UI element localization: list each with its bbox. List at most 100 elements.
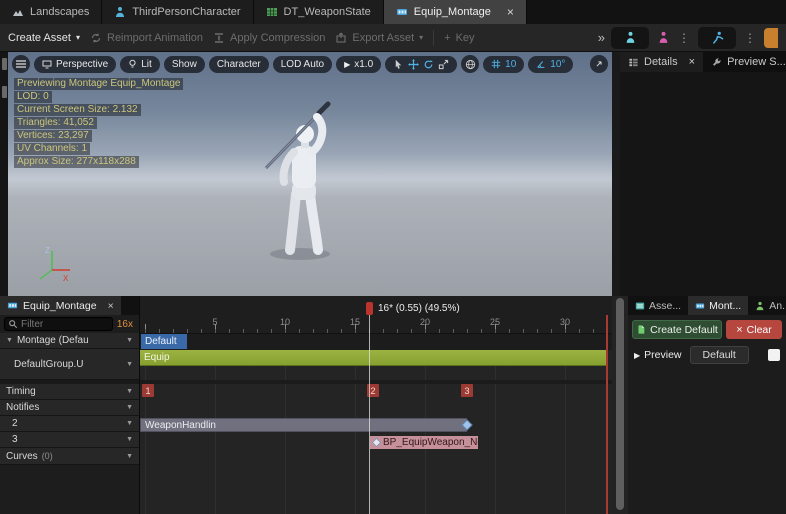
- apply-compression-button[interactable]: Apply Compression: [213, 32, 325, 44]
- lod-button[interactable]: LOD Auto: [272, 55, 333, 73]
- playhead-label: 16* (0.55) (49.5%): [378, 303, 460, 314]
- perspective-label: Perspective: [56, 58, 109, 70]
- section-marker-1[interactable]: 1: [142, 384, 154, 397]
- viewport[interactable]: Perspective Lit Show Character LOD Auto …: [8, 52, 612, 296]
- character-menu-button[interactable]: Character: [208, 55, 269, 73]
- grid-snap-button[interactable]: 10: [483, 55, 525, 73]
- chevron-down-icon[interactable]: ▼: [126, 361, 133, 368]
- track-row-label: Timing: [6, 386, 36, 397]
- tab-dt-weaponstate[interactable]: DT_WeaponState: [253, 0, 384, 24]
- create-asset-button[interactable]: Create Asset ▾: [8, 32, 80, 44]
- montage-section-bar[interactable]: Equip: [140, 350, 606, 366]
- lod-label: LOD Auto: [280, 58, 325, 70]
- skeleton-icon: [624, 31, 637, 44]
- playhead-marker[interactable]: [366, 302, 373, 315]
- chevron-down-icon: ▼: [6, 337, 13, 344]
- clipped-toolbar-button[interactable]: [764, 27, 778, 48]
- sequence-end-line[interactable]: [606, 315, 608, 514]
- add-key-button[interactable]: + Key: [444, 32, 474, 44]
- tab-label: Asse...: [649, 299, 682, 312]
- scale-tool-icon[interactable]: [438, 59, 449, 70]
- viewport-toolbar: Perspective Lit Show Character LOD Auto …: [12, 55, 608, 73]
- tab-label: Equip_Montage: [413, 6, 491, 18]
- character-label: Character: [216, 58, 261, 70]
- overflow-chevrons-icon[interactable]: »: [598, 30, 605, 45]
- track-row-notify-2[interactable]: 2 ▼: [0, 416, 139, 432]
- move-tool-icon[interactable]: [408, 58, 420, 70]
- chevron-down-icon[interactable]: ▼: [126, 337, 133, 344]
- vertical-splitter[interactable]: [612, 52, 620, 296]
- rotate-tool-icon[interactable]: [423, 59, 434, 70]
- tab-thirdpersoncharacter[interactable]: ThirdPersonCharacter: [102, 0, 254, 24]
- sections-preview-row: ▶ Preview Default: [628, 342, 786, 368]
- tab-equip-montage-document[interactable]: Equip_Montage ×: [0, 296, 121, 315]
- viewport-menu-button[interactable]: [12, 55, 30, 73]
- kebab-menu-icon[interactable]: ⋮: [678, 31, 690, 45]
- stats-previewing: Previewing Montage Equip_Montage: [14, 78, 184, 90]
- chevron-down-icon[interactable]: ▼: [126, 436, 133, 443]
- default-section-button[interactable]: Default: [689, 346, 749, 364]
- chevron-down-icon[interactable]: ▼: [126, 453, 133, 460]
- maximize-viewport-button[interactable]: [590, 55, 608, 73]
- track-row-notify-3[interactable]: 3 ▼: [0, 432, 139, 448]
- close-icon[interactable]: ×: [507, 6, 514, 18]
- stats-screen-size: Current Screen Size: 2.132: [14, 104, 141, 116]
- globe-icon[interactable]: [461, 55, 480, 73]
- track-row-montage[interactable]: ▼ Montage (Defau ▼: [0, 333, 139, 349]
- playback-speed-button[interactable]: ▶ x1.0: [336, 55, 382, 73]
- rotation-snap-button[interactable]: 10°: [528, 55, 574, 73]
- collapsed-tab-icon[interactable]: [1, 86, 7, 98]
- collapsed-tab-icon[interactable]: [1, 58, 7, 70]
- montage-timeline[interactable]: 5 10 15 20 25 30 Default Equip 1 2 3 Wea…: [140, 296, 612, 514]
- tab-asset-browser[interactable]: Asse...: [628, 296, 688, 315]
- slot-row-background: [140, 334, 612, 350]
- show-button[interactable]: Show: [163, 55, 205, 73]
- timeline-scrollbar[interactable]: [612, 296, 628, 514]
- tab-montage-sections[interactable]: Mont...: [688, 296, 749, 315]
- tab-preview-scene-settings[interactable]: Preview S...: [703, 52, 786, 72]
- preview-button[interactable]: ▶ Preview: [634, 349, 682, 361]
- running-character-icon: [711, 31, 724, 44]
- track-row-label: Notifies: [6, 402, 40, 413]
- transform-tools-group: [385, 55, 458, 73]
- kebab-menu-icon[interactable]: ⋮: [744, 31, 756, 45]
- skeleton-tree-button[interactable]: [611, 26, 649, 49]
- create-default-button[interactable]: Create Default: [632, 320, 722, 339]
- lit-button[interactable]: Lit: [120, 55, 160, 73]
- reimport-animation-button[interactable]: Reimport Animation: [90, 32, 203, 44]
- preview-tab-label: Preview S...: [727, 56, 786, 68]
- tab-equip-montage[interactable]: Equip_Montage ×: [383, 0, 527, 24]
- mannequin-preview[interactable]: [248, 94, 358, 264]
- chevron-down-icon[interactable]: ▼: [126, 388, 133, 395]
- track-row-timing[interactable]: Timing ▼: [0, 384, 139, 400]
- track-row-curves[interactable]: Curves (0) ▼: [0, 448, 139, 465]
- notify-marker[interactable]: BP_EquipWeapon_Not: [370, 436, 478, 449]
- slot-track-chip[interactable]: Default: [141, 334, 187, 349]
- maximize-icon: [594, 59, 604, 69]
- chevron-down-icon[interactable]: ▼: [126, 404, 133, 411]
- notify-state-bar[interactable]: WeaponHandlin: [140, 418, 473, 432]
- color-swatch[interactable]: [768, 349, 780, 361]
- tab-landscapes[interactable]: Landscapes: [0, 0, 103, 24]
- timeline-ruler[interactable]: 5 10 15 20 25 30: [140, 296, 612, 334]
- section-marker-3[interactable]: 3: [461, 384, 473, 397]
- export-asset-button[interactable]: Export Asset ▾: [335, 32, 423, 44]
- tab-anim[interactable]: An...: [748, 296, 786, 315]
- track-row-defaultgroup[interactable]: DefaultGroup.U ▼: [0, 349, 139, 380]
- filter-input[interactable]: [21, 318, 109, 330]
- preview-character-button[interactable]: [698, 26, 736, 49]
- perspective-button[interactable]: Perspective: [34, 55, 117, 73]
- clear-button[interactable]: × Clear: [726, 320, 782, 339]
- tab-details[interactable]: Details ×: [620, 52, 704, 72]
- cursor-icon[interactable]: [393, 59, 404, 70]
- character-pink-icon[interactable]: [657, 31, 670, 44]
- track-row-notifies[interactable]: Notifies ▼: [0, 400, 139, 416]
- chevron-down-icon[interactable]: ▼: [126, 420, 133, 427]
- monitor-icon: [42, 59, 52, 69]
- scrollbar-thumb[interactable]: [616, 298, 624, 510]
- details-icon: [628, 57, 639, 68]
- close-icon[interactable]: ×: [689, 56, 695, 68]
- close-icon[interactable]: ×: [108, 300, 114, 312]
- create-default-label: Create Default: [650, 323, 718, 336]
- frame-rate-badge: 16x: [116, 318, 133, 330]
